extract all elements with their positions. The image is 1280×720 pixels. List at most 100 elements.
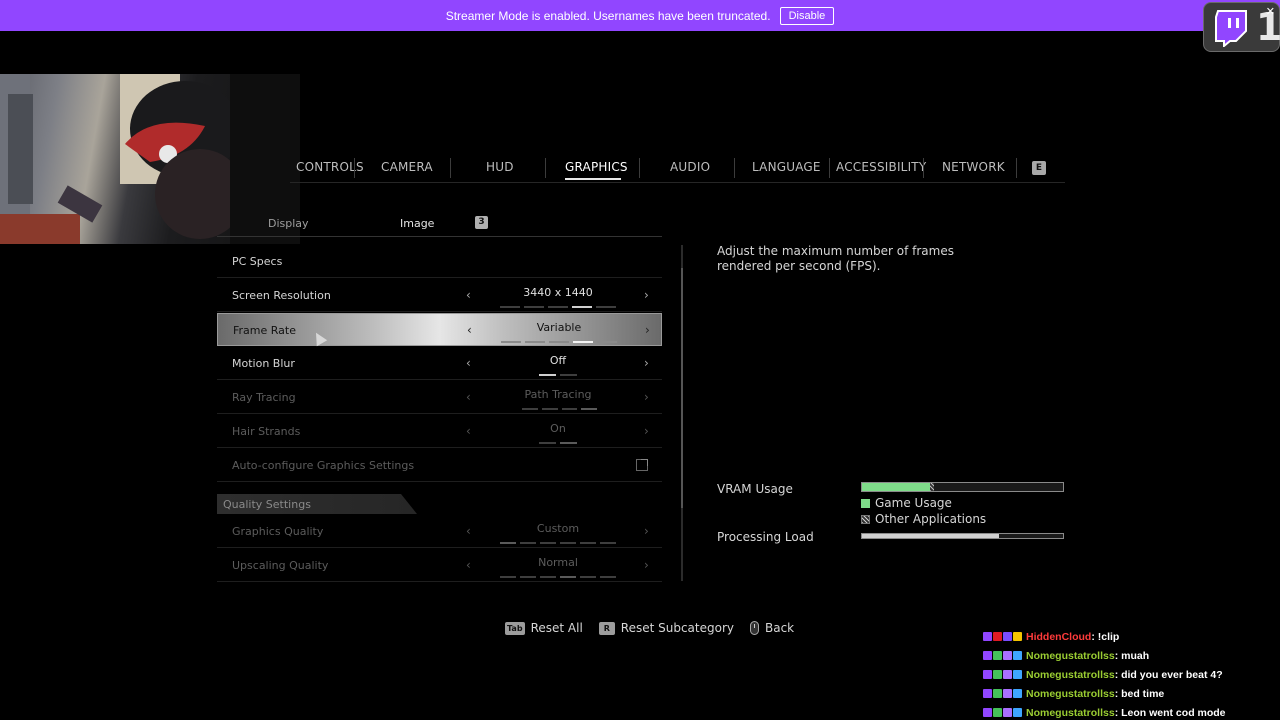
subtab-image[interactable]: Image: [400, 217, 434, 230]
chat-badge-icon: [1003, 689, 1012, 698]
tab-camera[interactable]: CAMERA: [381, 160, 433, 174]
tab-hud[interactable]: HUD: [486, 160, 514, 174]
chat-username[interactable]: Nomegustatrollss: [1026, 650, 1115, 662]
chevron-right-icon[interactable]: ›: [644, 424, 649, 438]
option-pip: [549, 341, 569, 343]
vram-game-fill: [862, 483, 930, 491]
tab-accessibility[interactable]: ACCESSIBILITY: [836, 160, 926, 174]
tab-divider: [545, 158, 546, 178]
option-pip: [560, 576, 576, 578]
list-scrollbar-thumb[interactable]: [681, 268, 683, 508]
close-icon[interactable]: ✕: [1266, 5, 1275, 18]
tab-divider: [829, 158, 830, 178]
processing-load-fill: [862, 534, 999, 538]
streamer-mode-text: Streamer Mode is enabled. Usernames have…: [445, 8, 771, 23]
option-pip: [520, 576, 536, 578]
setting-hair-strands[interactable]: Hair Strands ‹ On ›: [217, 415, 662, 448]
chat-message: Nomegustatrollss: muah: [983, 646, 1278, 665]
subtab-divider: [217, 236, 662, 237]
reset-subcategory-button[interactable]: R Reset Subcategory: [598, 621, 734, 635]
chevron-right-icon[interactable]: ›: [644, 288, 649, 302]
setting-label: Graphics Quality: [232, 525, 324, 538]
option-pip: [540, 542, 556, 544]
chat-badge-icon: [1013, 632, 1022, 641]
chat-badge-icon: [983, 670, 992, 679]
tab-network[interactable]: NETWORK: [942, 160, 1005, 174]
legend-other-applications: Other Applications: [861, 512, 986, 526]
tab-divider: [923, 158, 924, 178]
tab-graphics[interactable]: GRAPHICS: [565, 160, 628, 174]
chat-badge-icon: [1003, 670, 1012, 679]
setting-auto-configure[interactable]: Auto-configure Graphics Settings: [217, 449, 662, 482]
chevron-left-icon[interactable]: ‹: [466, 524, 471, 538]
setting-motion-blur[interactable]: Motion Blur ‹ Off ›: [217, 347, 662, 380]
chat-badges: [983, 670, 1022, 679]
tab-audio[interactable]: AUDIO: [670, 160, 710, 174]
tab-language[interactable]: LANGUAGE: [752, 160, 821, 174]
chat-badge-icon: [983, 708, 992, 717]
chat-text: : bed time: [1114, 687, 1165, 700]
chat-badge-icon: [1013, 708, 1022, 717]
chevron-right-icon[interactable]: ›: [644, 356, 649, 370]
option-pip: [600, 542, 616, 544]
chat-badge-icon: [983, 632, 992, 641]
chat-badge-icon: [1003, 632, 1012, 641]
next-tab-key-icon[interactable]: E: [1032, 161, 1046, 175]
vram-other-fill: [930, 483, 934, 491]
chevron-left-icon[interactable]: ‹: [466, 424, 471, 438]
chat-username[interactable]: Nomegustatrollss: [1026, 707, 1115, 719]
disable-streamer-mode-button[interactable]: Disable: [779, 6, 835, 25]
subtab-display[interactable]: Display: [268, 217, 309, 230]
option-pip: [560, 442, 577, 444]
chevron-left-icon[interactable]: ‹: [466, 288, 471, 302]
chat-badge-icon: [1003, 708, 1012, 717]
chevron-right-icon[interactable]: ›: [645, 323, 650, 337]
chat-badge-icon: [993, 708, 1002, 717]
chevron-right-icon[interactable]: ›: [644, 390, 649, 404]
setting-pc-specs[interactable]: PC Specs: [217, 245, 662, 278]
setting-frame-rate[interactable]: Frame Rate ‹ Variable ›: [217, 313, 662, 346]
setting-upscaling-quality[interactable]: Upscaling Quality ‹ Normal ›: [217, 549, 662, 582]
reset-all-button[interactable]: Tab Reset All: [505, 621, 583, 635]
option-pip: [520, 542, 536, 544]
chevron-left-icon[interactable]: ‹: [466, 390, 471, 404]
option-pip: [600, 576, 616, 578]
control-label: Reset All: [530, 621, 583, 635]
processing-load-bar: [861, 533, 1064, 539]
chevron-left-icon[interactable]: ‹: [466, 356, 471, 370]
chat-badge-icon: [983, 689, 992, 698]
chat-username[interactable]: Nomegustatrollss: [1026, 688, 1115, 700]
option-pip: [548, 306, 568, 308]
tab-divider: [450, 158, 451, 178]
tab-divider: [734, 158, 735, 178]
chevron-left-icon[interactable]: ‹: [467, 323, 472, 337]
option-pip: [580, 542, 596, 544]
tab-divider: [639, 158, 640, 178]
next-subtab-key-icon[interactable]: 3: [475, 216, 488, 229]
chevron-right-icon[interactable]: ›: [644, 558, 649, 572]
chevron-right-icon[interactable]: ›: [644, 524, 649, 538]
setting-label: Screen Resolution: [232, 289, 331, 302]
setting-screen-resolution[interactable]: Screen Resolution ‹ 3440 x 1440 ›: [217, 279, 662, 312]
setting-graphics-quality[interactable]: Graphics Quality ‹ Custom ›: [217, 515, 662, 548]
back-button[interactable]: Back: [750, 621, 794, 635]
setting-value: Off: [549, 354, 567, 367]
option-pip: [540, 576, 556, 578]
setting-label: Auto-configure Graphics Settings: [232, 459, 415, 472]
setting-label: Motion Blur: [232, 357, 295, 370]
chevron-left-icon[interactable]: ‹: [466, 558, 471, 572]
processing-load-label: Processing Load: [717, 530, 814, 544]
option-pip: [560, 374, 577, 376]
streamer-mode-banner: Streamer Mode is enabled. Usernames have…: [0, 0, 1280, 31]
external-link-icon[interactable]: [636, 459, 648, 471]
twitch-overlay-badge[interactable]: 1 ✕: [1203, 2, 1280, 52]
option-pip: [500, 306, 520, 308]
control-label: Reset Subcategory: [620, 621, 734, 635]
setting-ray-tracing[interactable]: Ray Tracing ‹ Path Tracing ›: [217, 381, 662, 414]
tab-divider: [354, 158, 355, 178]
chat-username[interactable]: Nomegustatrollss: [1026, 669, 1115, 681]
option-pip: [524, 306, 544, 308]
option-pip: [560, 542, 576, 544]
twitch-icon: [1215, 10, 1247, 47]
chat-username[interactable]: HiddenCloud: [1026, 631, 1091, 643]
